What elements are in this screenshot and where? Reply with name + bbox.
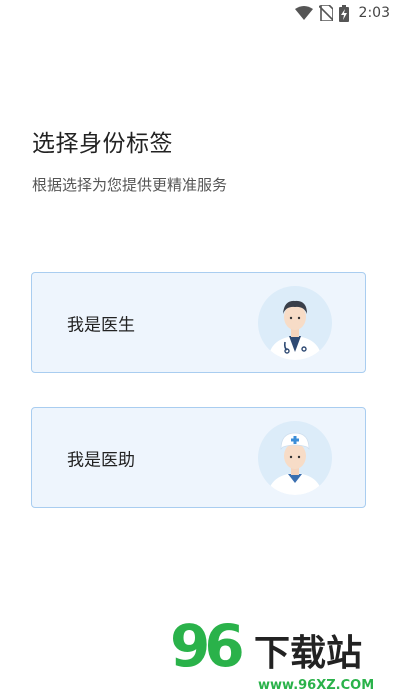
status-bar: 2:03 — [0, 0, 400, 26]
doctor-role-card[interactable]: 我是医生 — [31, 272, 366, 373]
page-subtitle: 根据选择为您提供更精准服务 — [32, 176, 228, 194]
doctor-role-label: 我是医生 — [67, 315, 135, 335]
status-time: 2:03 — [358, 5, 390, 21]
battery-charging-icon — [338, 4, 349, 22]
wifi-icon — [294, 6, 313, 20]
assistant-role-label: 我是医助 — [67, 450, 135, 470]
watermark-url: www.96XZ.COM — [258, 678, 375, 693]
doctor-avatar-icon — [258, 285, 332, 360]
watermark-text: 下载站 — [254, 633, 363, 674]
nurse-avatar-icon — [258, 420, 332, 495]
assistant-role-card[interactable]: 我是医助 — [31, 407, 366, 508]
watermark-number: 96 — [170, 612, 245, 680]
watermark-logo: 96 下载站 www.96XZ.COM — [170, 612, 400, 700]
no-sim-icon — [318, 5, 333, 21]
page-title: 选择身份标签 — [32, 131, 173, 157]
